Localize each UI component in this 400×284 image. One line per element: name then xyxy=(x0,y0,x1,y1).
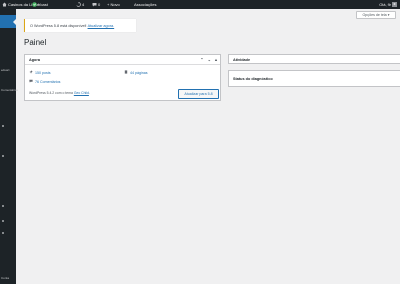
plugin-label: Yoast xyxy=(38,2,48,7)
updates-count: 4 xyxy=(82,2,85,7)
site-health-widget: Status do diagnóstico xyxy=(228,70,400,87)
widget-title: Status do diagnóstico xyxy=(233,77,273,81)
update-now-link[interactable]: Atualizar agora. xyxy=(88,24,115,28)
sidebar-item-label[interactable]: Conta xyxy=(1,276,9,280)
pin-icon xyxy=(29,70,33,75)
move-down-icon[interactable]: ⌄ xyxy=(208,55,211,65)
sidebar-item-icon[interactable] xyxy=(2,220,4,222)
associations-label: Associações xyxy=(134,2,157,7)
widget-header[interactable]: Agora ⌃ ⌄ ▴ xyxy=(25,55,220,65)
screen-options-label: Opções de tela xyxy=(362,13,387,17)
theme-link[interactable]: Geo Child xyxy=(74,91,89,95)
comments-count: 0 xyxy=(98,2,101,7)
admin-sidebar: eduart Comentários Conta xyxy=(0,9,18,284)
widget-header[interactable]: Atividade xyxy=(229,55,400,65)
comment-bubble-icon xyxy=(29,79,33,84)
update-wordpress-button[interactable]: Atualizar para 5.8 xyxy=(178,89,219,99)
page-title: Painel xyxy=(24,38,47,47)
associations-menu[interactable]: Associações xyxy=(134,0,156,9)
sidebar-item-icon[interactable] xyxy=(2,232,4,234)
updates-link[interactable]: 4 xyxy=(76,0,84,9)
version-text: WordPress 5.4.2 com o tema xyxy=(29,91,73,95)
toggle-panel-icon[interactable]: ▴ xyxy=(215,55,217,65)
comment-bubble-icon xyxy=(92,2,97,7)
home-icon xyxy=(2,2,7,7)
updates-icon xyxy=(76,2,81,7)
yoast-icon xyxy=(32,2,37,7)
widget-title: Atividade xyxy=(233,58,251,62)
sidebar-item-label[interactable]: Comentários xyxy=(1,88,18,92)
update-notice: O WordPress 5.8 está disponível! Atualiz… xyxy=(24,19,136,32)
at-a-glance-widget: Agora ⌃ ⌄ ▴ 150 posts 44 páginas 76 Come… xyxy=(24,54,221,101)
admin-bar: Casinos da Linda Yoast 4 0 + Novo Associ… xyxy=(0,0,400,9)
widget-header[interactable]: Status do diagnóstico xyxy=(229,71,400,88)
move-up-icon[interactable]: ⌃ xyxy=(200,55,203,65)
user-greeting: Olá, flr xyxy=(379,2,391,7)
activity-widget: Atividade xyxy=(228,54,400,64)
screen-options-button[interactable]: Opções de tela ▾ xyxy=(356,11,396,19)
new-content-menu[interactable]: + Novo xyxy=(107,0,120,9)
posts-count-link[interactable]: 150 posts xyxy=(29,70,51,75)
posts-count: 150 posts xyxy=(35,70,51,75)
version-info: WordPress 5.4.2 com o tema Geo Child. xyxy=(29,91,90,95)
sidebar-item-icon[interactable] xyxy=(2,205,4,207)
pages-count-link[interactable]: 44 páginas xyxy=(124,70,148,75)
sidebar-item-icon[interactable] xyxy=(2,125,4,127)
pages-count: 44 páginas xyxy=(130,70,148,75)
comments-count: 76 Comentários xyxy=(35,79,61,84)
page-icon xyxy=(124,70,128,75)
sidebar-item-label[interactable]: eduart xyxy=(1,68,10,72)
comments-link[interactable]: 0 xyxy=(92,0,100,9)
new-label: + Novo xyxy=(107,2,120,7)
sidebar-item-icon[interactable] xyxy=(2,155,4,157)
user-account-menu[interactable]: Olá, flr xyxy=(379,0,397,9)
plugin-menu[interactable]: Yoast xyxy=(32,0,48,9)
chevron-down-icon: ▾ xyxy=(387,13,390,17)
notice-text: O WordPress 5.8 está disponível! xyxy=(30,23,87,28)
comments-count-link[interactable]: 76 Comentários xyxy=(29,79,60,84)
widget-title: Agora xyxy=(29,58,40,62)
current-menu-arrow xyxy=(13,19,16,25)
avatar xyxy=(392,2,397,7)
